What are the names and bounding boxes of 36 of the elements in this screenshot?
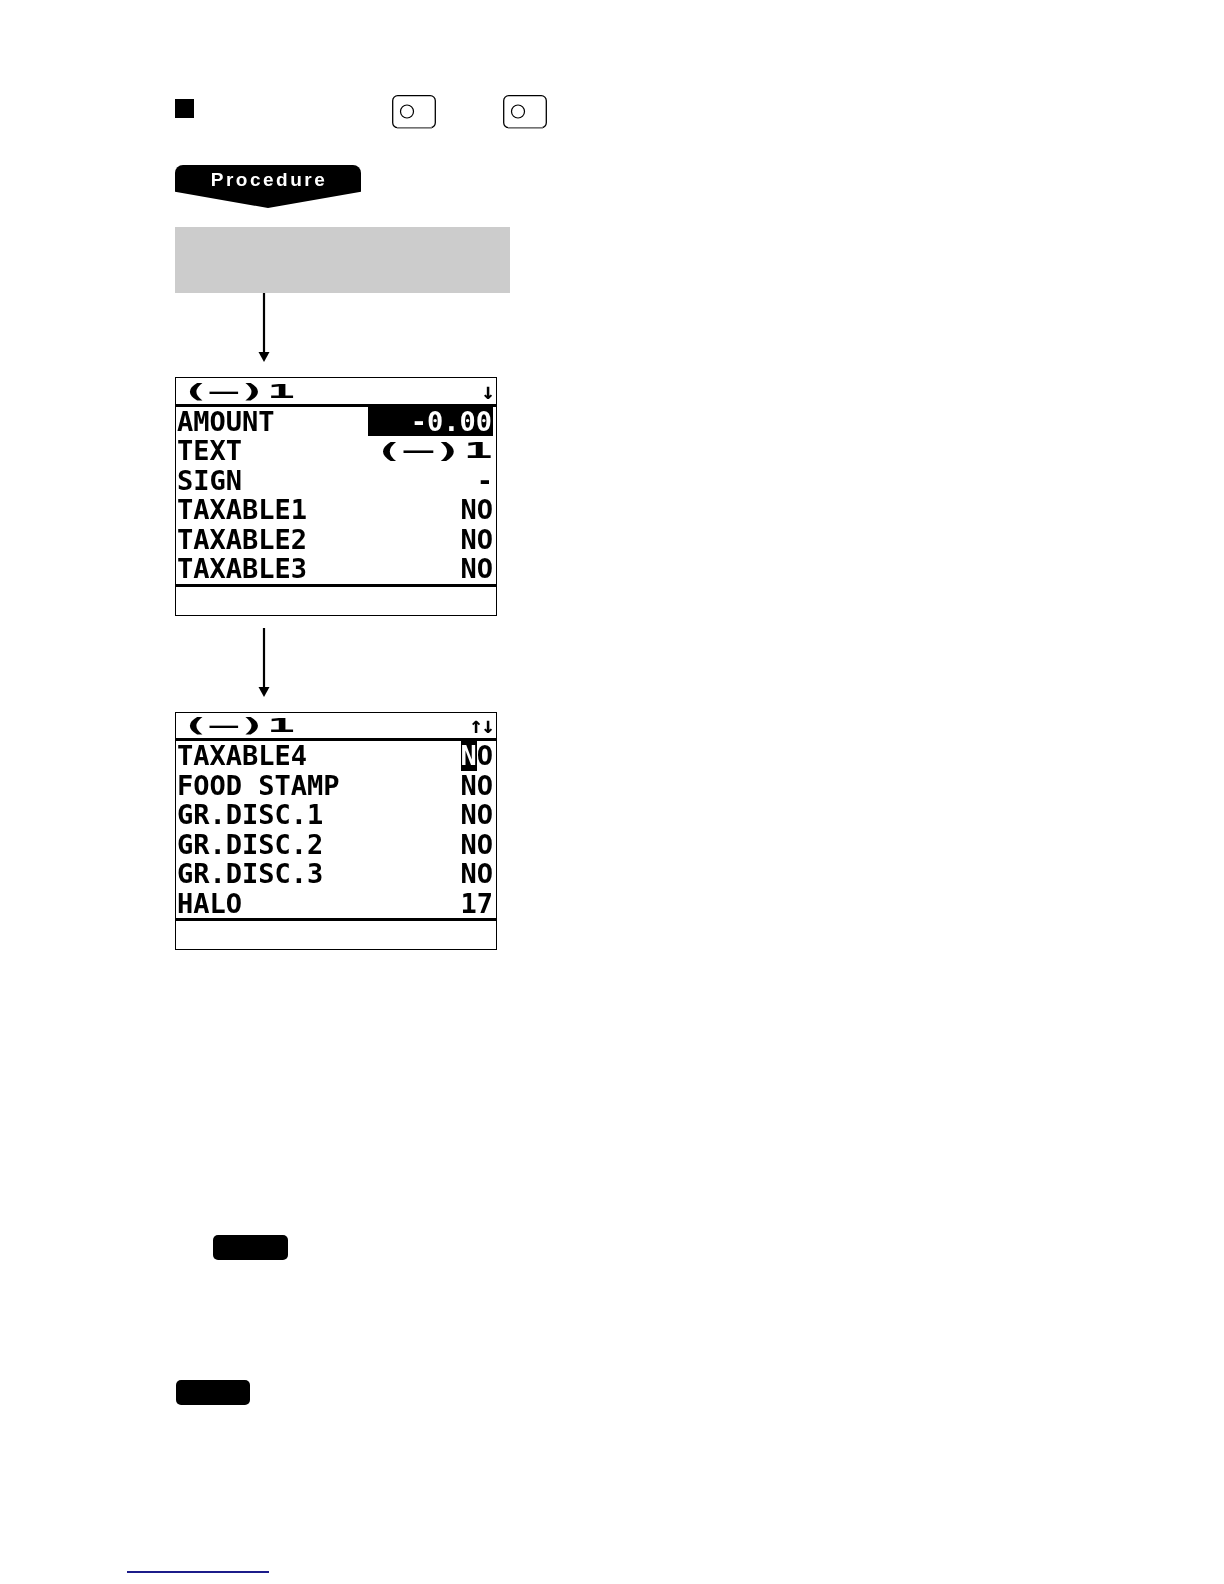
- scroll-indicator: ↓: [481, 378, 493, 403]
- setting-label: TAXABLE2: [177, 524, 308, 554]
- setting-value: NO: [460, 524, 493, 554]
- scroll-indicator: ↑↓: [469, 713, 493, 738]
- setting-label: GR.DISC.3: [177, 859, 324, 889]
- setting-value: NO: [460, 859, 493, 889]
- setting-label: TAXABLE4: [177, 741, 308, 771]
- screen-title: (—)1: [181, 380, 296, 401]
- screen-title: (—)1: [181, 715, 296, 736]
- setting-label: GR.DISC.1: [177, 800, 324, 830]
- setting-label: AMOUNT: [177, 406, 275, 436]
- bullet-icon: [175, 99, 194, 118]
- setting-label: GR.DISC.2: [177, 829, 324, 859]
- setting-value: NO: [460, 829, 493, 859]
- setting-value: NO: [460, 495, 493, 525]
- down-arrow: [258, 293, 270, 362]
- procedure-banner: Procedure: [175, 165, 361, 208]
- key-icon: [213, 1235, 288, 1260]
- setting-label: TEXT: [177, 436, 243, 466]
- setting-value: NO: [460, 741, 493, 771]
- setting-value: NO: [460, 800, 493, 830]
- setting-value: -0.00: [368, 406, 493, 436]
- key-icon: [392, 95, 436, 129]
- setting-label: HALO: [177, 888, 243, 918]
- setting-value: (—)1: [373, 437, 493, 465]
- setting-value: 17: [460, 888, 493, 918]
- key-icon: [176, 1380, 250, 1405]
- setting-value: -: [476, 465, 493, 495]
- setting-value: NO: [460, 770, 493, 800]
- setting-label: TAXABLE3: [177, 554, 308, 584]
- setting-label: SIGN: [177, 465, 243, 495]
- down-arrow: [258, 627, 270, 697]
- setting-value: NO: [460, 554, 493, 584]
- setting-label: FOOD STAMP: [177, 770, 340, 800]
- key-icon: [503, 95, 547, 129]
- setting-label: TAXABLE1: [177, 495, 308, 525]
